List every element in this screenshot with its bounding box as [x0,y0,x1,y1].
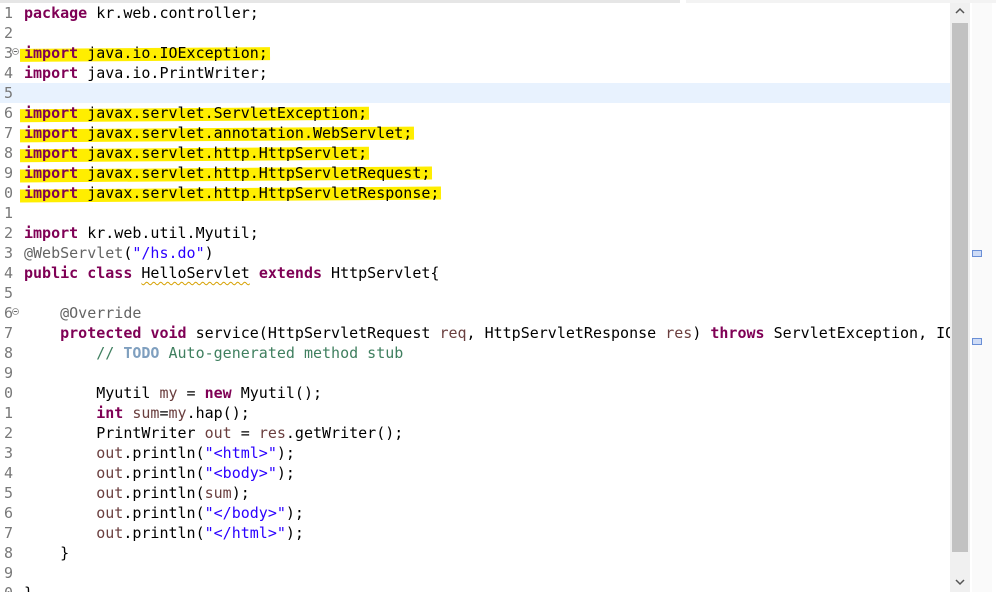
code-line[interactable]: 8 } [0,543,950,563]
code-text[interactable]: PrintWriter out = res.getWriter(); [24,423,403,443]
code-text[interactable]: import javax.servlet.ServletException; [24,103,367,123]
code-line[interactable]: 8 import javax.servlet.http.HttpServlet; [0,143,950,163]
code-line[interactable]: 7 protected void service(HttpServletRequ… [0,323,950,343]
code-text[interactable]: out.println(sum); [24,483,250,503]
code-line[interactable]: 4 import java.io.PrintWriter; [0,63,950,83]
code-text[interactable]: import java.io.PrintWriter; [24,63,268,83]
code-text[interactable]: } [24,583,33,592]
code-line[interactable]: 8 // TODO Auto-generated method stub [0,343,950,363]
line-number: 6 [3,104,13,122]
code-line[interactable]: 6 out.println("</body>"); [0,503,950,523]
line-number: 5 [3,484,13,502]
code-editor[interactable]: 1 package kr.web.controller; 2 3 import java… [0,0,950,592]
code-line[interactable]: 4 out.println("<body>"); [0,463,950,483]
overview-marker[interactable] [972,338,982,345]
line-number: 4 [3,64,13,82]
line-number: 2 [3,224,13,242]
line-number: 1 [3,204,13,222]
code-text[interactable]: int sum=my.hap(); [24,403,250,423]
code-line[interactable]: 5 [0,283,950,303]
line-number: 7 [3,324,13,342]
code-text[interactable]: public class HelloServlet extends HttpSe… [24,263,439,283]
code-text[interactable]: out.println("</body>"); [24,503,304,523]
line-number: 0 [0,583,13,592]
line-number: 8 [3,144,13,162]
code-line[interactable]: 3 out.println("<html>"); [0,443,950,463]
chevron-up-icon[interactable] [950,3,970,21]
code-line[interactable]: 1 [0,203,950,223]
code-line[interactable]: 3 import java.io.IOException; [0,43,950,63]
line-number: 7 [3,124,13,142]
code-text[interactable]: @Override [24,303,141,323]
code-text[interactable]: import java.io.IOException; [24,43,268,63]
code-text[interactable]: out.println("<html>"); [24,443,295,463]
line-number: 1 [3,404,13,422]
code-line[interactable]: 0} [0,583,950,592]
line-number: 9 [3,564,13,582]
code-text[interactable]: import javax.servlet.http.HttpServletRes… [24,183,439,203]
code-line[interactable]: 1 package kr.web.controller; [0,3,950,23]
line-number: 9 [3,364,13,382]
line-number: 4 [3,264,13,282]
line-number: 2 [3,24,13,42]
vertical-scrollbar[interactable] [950,3,996,592]
line-number: 7 [3,524,13,542]
code-text[interactable]: import javax.servlet.annotation.WebServl… [24,123,412,143]
code-line[interactable]: 1 int sum=my.hap(); [0,403,950,423]
code-text[interactable]: package kr.web.controller; [24,3,259,23]
editor-top-border [0,0,996,3]
code-line[interactable]: 0 Myutil my = new Myutil(); [0,383,950,403]
code-line[interactable]: 0 import javax.servlet.http.HttpServletRe… [0,183,950,203]
code-text[interactable]: protected void service(HttpServletReques… [24,323,950,343]
code-line[interactable]: 7 import javax.servlet.annotation.WebServ… [0,123,950,143]
code-line[interactable]: 2 import kr.web.util.Myutil; [0,223,950,243]
code-text[interactable]: out.println("</html>"); [24,523,304,543]
code-line[interactable]: 7 out.println("</html>"); [0,523,950,543]
code-line[interactable]: 9 [0,563,950,583]
line-number: 9 [3,164,13,182]
line-number: 5 [3,84,13,102]
code-text[interactable]: import javax.servlet.http.HttpServlet; [24,143,367,163]
code-text[interactable]: Myutil my = new Myutil(); [24,383,322,403]
line-number: 6 [3,504,13,522]
code-text[interactable]: import javax.servlet.http.HttpServletReq… [24,163,430,183]
line-number: 8 [3,544,13,562]
code-line[interactable]: 9 [0,363,950,383]
line-number: 3 [3,444,13,462]
code-text[interactable]: } [24,543,69,563]
line-number: 2 [3,424,13,442]
line-number: 1 [3,4,13,22]
code-text[interactable]: // TODO Auto-generated method stub [24,343,403,363]
line-number: 3 [3,244,13,262]
line-number: 8 [3,344,13,362]
code-text[interactable]: out.println("<body>"); [24,463,295,483]
code-line[interactable]: 2 PrintWriter out = res.getWriter(); [0,423,950,443]
code-line[interactable]: 4 public class HelloServlet extends HttpS… [0,263,950,283]
collapse-icon[interactable] [12,48,19,55]
code-line[interactable]: 5 out.println(sum); [0,483,950,503]
scrollbar-track[interactable] [950,3,970,592]
line-number: 0 [3,184,13,202]
code-text[interactable]: @WebServlet("/hs.do") [24,243,214,263]
code-line[interactable]: 3 @WebServlet("/hs.do") [0,243,950,263]
code-line[interactable]: 6 import javax.servlet.ServletException; [0,103,950,123]
code-line[interactable]: 2 [0,23,950,43]
line-number: 0 [3,384,13,402]
code-line[interactable]: 9 import javax.servlet.http.HttpServletRe… [0,163,950,183]
line-number: 4 [3,464,13,482]
overview-marker[interactable] [972,250,982,257]
line-number: 5 [3,284,13,302]
code-line[interactable]: 6 @Override [0,303,950,323]
scrollbar-thumb[interactable] [952,23,968,552]
code-text[interactable]: import kr.web.util.Myutil; [24,223,259,243]
chevron-down-icon[interactable] [950,574,970,592]
overview-ruler[interactable] [972,3,992,592]
collapse-icon[interactable] [12,308,19,315]
current-line[interactable]: 5 [0,83,950,103]
